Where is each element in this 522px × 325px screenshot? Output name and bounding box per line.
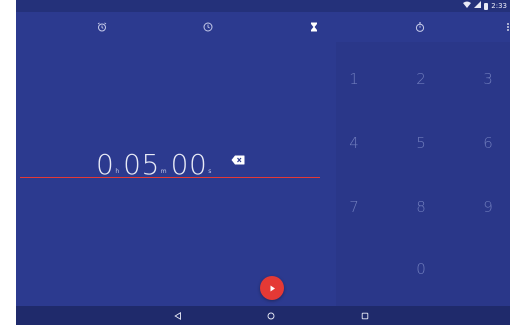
key-7[interactable]: 7	[337, 192, 371, 222]
tab-alarm[interactable]	[94, 19, 110, 35]
key-1[interactable]: 1	[337, 64, 371, 94]
battery-icon	[484, 2, 489, 10]
backspace-icon	[231, 155, 245, 165]
play-icon	[270, 285, 275, 291]
recents-button[interactable]	[359, 310, 371, 322]
wifi-icon	[463, 1, 472, 11]
key-0[interactable]: 0	[404, 254, 438, 284]
alarm-icon	[97, 22, 107, 32]
tab-bar	[16, 12, 510, 42]
key-8[interactable]: 8	[404, 192, 438, 222]
key-3[interactable]: 3	[471, 64, 505, 94]
more-vert-icon	[507, 23, 509, 31]
key-9[interactable]: 9	[471, 192, 505, 222]
clock-icon	[203, 22, 213, 32]
signal-icon	[474, 1, 482, 11]
home-button[interactable]	[265, 310, 277, 322]
timer-setup-pane: 0 h 05 m 00 s	[16, 42, 336, 306]
home-icon	[267, 312, 275, 320]
hours-unit: h	[115, 168, 120, 175]
recents-icon	[361, 312, 369, 320]
clock-app-screen: 2:33 0 h 05 m 00 s 1 2 3 4 5 6 7 8 9 0	[16, 0, 510, 325]
back-button[interactable]	[172, 310, 184, 322]
key-5[interactable]: 5	[404, 128, 438, 158]
hours-value: 0	[96, 148, 115, 181]
number-keypad: 1 2 3 4 5 6 7 8 9 0	[336, 42, 510, 306]
tab-timer[interactable]	[306, 19, 322, 35]
key-4[interactable]: 4	[337, 128, 371, 158]
back-icon	[174, 312, 181, 320]
status-time: 2:33	[491, 2, 507, 10]
tab-clock[interactable]	[200, 19, 216, 35]
stopwatch-icon	[415, 22, 425, 32]
key-2[interactable]: 2	[404, 64, 438, 94]
start-timer-button[interactable]	[260, 276, 284, 300]
system-nav-bar	[16, 306, 510, 325]
timer-display: 0 h 05 m 00 s	[96, 140, 215, 180]
seconds-value: 00	[170, 148, 208, 181]
timer-input-underline	[20, 177, 320, 178]
overflow-menu-button[interactable]	[505, 19, 510, 35]
status-icons: 2:33	[463, 1, 507, 11]
minutes-value: 05	[123, 148, 160, 181]
status-bar: 2:33	[16, 0, 510, 12]
minutes-unit: m	[160, 168, 167, 175]
tab-stopwatch[interactable]	[412, 19, 428, 35]
delete-button[interactable]	[231, 150, 245, 165]
key-6[interactable]: 6	[471, 128, 505, 158]
hourglass-icon	[311, 22, 317, 32]
seconds-unit: s	[208, 168, 212, 175]
